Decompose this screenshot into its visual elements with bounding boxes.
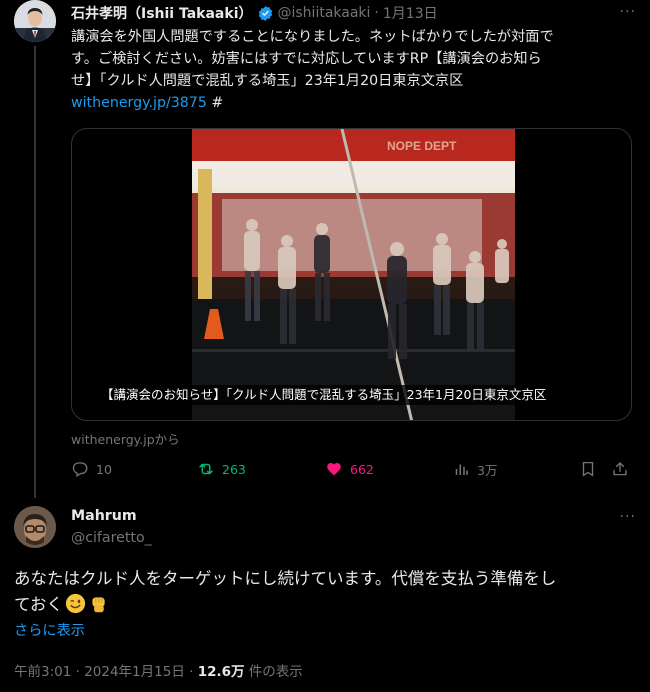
reply-more-options-button[interactable]: ···: [620, 509, 636, 525]
views-count: 3万: [477, 462, 498, 478]
share-icon: [613, 462, 627, 476]
views-button[interactable]: 3万: [452, 458, 497, 480]
reply-count: 10: [96, 461, 112, 477]
tweet-text-line: 講演会を外国人問題ですることになりました。ネットばかりでしたが対面で: [71, 29, 554, 45]
meta-separator: ·: [184, 664, 198, 680]
parent-tweet-action-bar: 10 263 662 3万: [71, 458, 632, 482]
repost-icon: [199, 463, 213, 475]
card-source-domain[interactable]: withenergy.jpから: [71, 429, 180, 448]
thread-connector-line: [34, 46, 36, 498]
like-icon: [327, 463, 341, 476]
bookmark-icon: [582, 461, 594, 477]
more-options-button[interactable]: ···: [620, 4, 636, 20]
reply-date[interactable]: 2024年1月15日: [84, 664, 185, 680]
store-sign-text: NOPE DEPT: [387, 139, 457, 153]
parent-tweet-header: 石井孝明（Ishii Takaaki） @ishiitakaaki · 1月13…: [71, 2, 636, 24]
tweet-date[interactable]: 1月13日: [383, 3, 438, 23]
reply-author-avatar[interactable]: [14, 506, 56, 548]
reply-text-line: あなたはクルド人をターゲットにし続けています。代償を支払う準備をし: [14, 569, 557, 588]
author-name[interactable]: 石井孝明（Ishii Takaaki）: [71, 3, 253, 23]
reply-views-label: 件の表示: [244, 664, 303, 680]
show-more-link[interactable]: さらに表示: [14, 620, 85, 640]
hashtag-fragment: #: [206, 95, 224, 111]
reply-author-name[interactable]: Mahrum: [71, 508, 137, 524]
reply-author-handle[interactable]: @cifaretto_: [71, 530, 152, 546]
link-preview-card[interactable]: NOPE DEPT 【講演会のお知らせ】「クルド人問題で混乱する埼玉」23年1月…: [71, 128, 632, 421]
reply-tweet-text: あなたはクルド人をターゲットにし続けています。代償を支払う準備をし ておく: [14, 566, 636, 618]
reply-icon: [72, 462, 88, 477]
reply-views-count[interactable]: 12.6万: [198, 664, 245, 680]
tweet-text-line: せ】「クルド人問題で混乱する埼玉」23年1月20日東京文京区: [71, 73, 464, 89]
author-avatar[interactable]: [14, 0, 56, 42]
reply-button[interactable]: 10: [71, 458, 112, 480]
card-title-overlay: 【講演会のお知らせ】「クルド人問題で混乱する埼玉」23年1月20日東京文京区: [96, 385, 552, 405]
share-button[interactable]: [611, 458, 629, 480]
verified-badge-icon: [257, 5, 274, 22]
reply-time[interactable]: 午前3:01: [14, 664, 71, 680]
like-button[interactable]: 662: [325, 458, 374, 480]
bookmark-button[interactable]: [579, 458, 597, 480]
repost-count: 263: [222, 461, 246, 477]
raised-fist-emoji: [88, 593, 109, 614]
meta-separator: ·: [71, 664, 85, 680]
reply-text-line: ておく: [14, 595, 64, 614]
parent-tweet-text: 講演会を外国人問題ですることになりました。ネットばかりでしたが対面で す。ご検討…: [71, 26, 636, 114]
author-handle[interactable]: @ishiitakaaki: [278, 5, 371, 21]
repost-button[interactable]: 263: [197, 458, 246, 480]
card-thumbnail-image: NOPE DEPT: [192, 129, 515, 420]
reply-metadata: 午前3:01 · 2024年1月15日 · 12.6万 件の表示: [14, 660, 303, 680]
header-separator: ·: [374, 5, 379, 21]
winking-face-emoji: [65, 593, 86, 614]
views-icon: [455, 464, 468, 475]
tweet-text-line: す。ご検討ください。妨害にはすでに対応していますRP【講演会のお知ら: [71, 51, 542, 67]
tweet-link[interactable]: withenergy.jp/3875: [71, 95, 207, 111]
like-count: 662: [350, 461, 374, 477]
